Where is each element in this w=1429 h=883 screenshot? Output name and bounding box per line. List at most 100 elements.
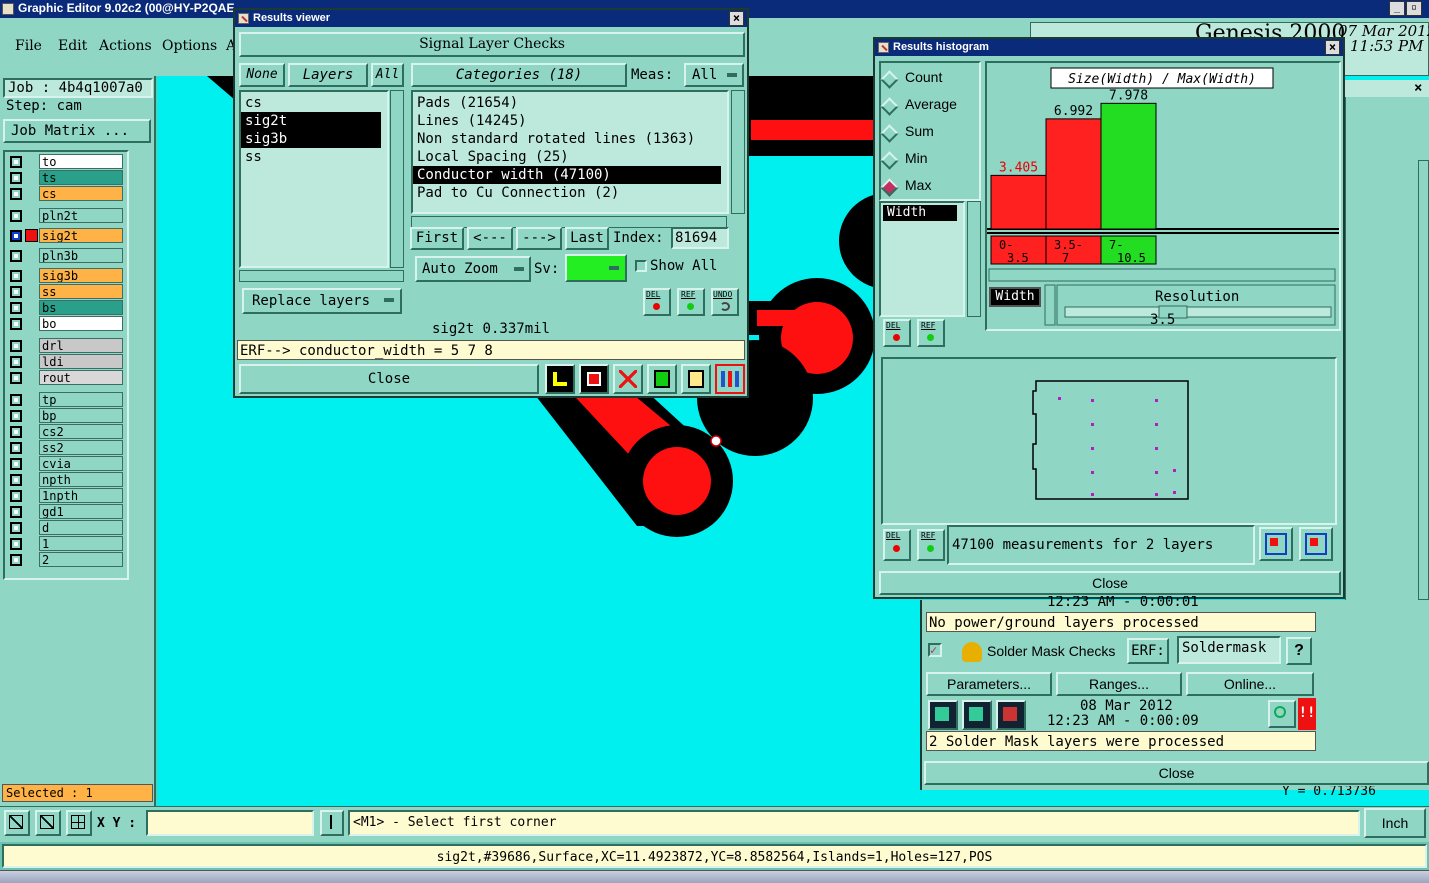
erf-field[interactable]: Soldermask [1177, 636, 1281, 664]
layer-name[interactable]: 2 [39, 552, 123, 567]
histogram-bar[interactable] [1045, 118, 1102, 230]
undo-button[interactable]: UNDO [711, 288, 739, 316]
layer-row-bo[interactable]: bo [7, 316, 125, 332]
layer-checkbox[interactable] [10, 506, 22, 518]
layer-checkbox[interactable] [10, 474, 22, 486]
layer-name[interactable]: cs2 [39, 424, 123, 439]
layer-row-sig3b[interactable]: sig3b [7, 268, 125, 284]
layer-list-hscrollbar[interactable] [239, 270, 404, 282]
layer-list-item[interactable]: ss [241, 148, 381, 166]
first-button[interactable]: First [410, 227, 464, 250]
grid-icon-button[interactable] [66, 810, 92, 836]
layer-checkbox[interactable] [10, 318, 22, 330]
layer-name[interactable]: pln2t [39, 208, 123, 223]
meas-dropdown[interactable]: All [684, 63, 744, 87]
board-preview[interactable] [881, 357, 1337, 525]
del-button[interactable]: DEL [883, 319, 911, 347]
layer-checkbox[interactable] [10, 286, 22, 298]
layer-row-ss2[interactable]: ss2 [7, 440, 125, 456]
online-button[interactable]: Online... [1186, 672, 1314, 696]
layer-row-sig2t[interactable]: sig2t [7, 228, 125, 244]
layer-checkbox[interactable] [10, 538, 22, 550]
category-list-item[interactable]: Pads (21654) [413, 94, 721, 112]
layer-name[interactable]: cs [39, 186, 123, 201]
layer-checkbox[interactable] [10, 210, 22, 222]
layer-row-bp[interactable]: bp [7, 408, 125, 424]
layer-row-ldi[interactable]: ldi [7, 354, 125, 370]
checks-close-button[interactable]: Close [924, 761, 1429, 785]
ref-button[interactable]: REF [677, 288, 705, 316]
solder-check-toggle[interactable]: ✓ [928, 643, 942, 657]
layer-checkbox[interactable] [10, 394, 22, 406]
layer-checkbox[interactable] [10, 250, 22, 262]
layer-row-to[interactable]: to [7, 154, 125, 170]
import-icon-button[interactable] [1299, 527, 1333, 561]
category-listbox[interactable]: Pads (21654) Lines (14245) Non standard ro… [411, 90, 729, 214]
layer-checkbox[interactable] [10, 270, 22, 282]
notes-icon-button[interactable] [681, 364, 711, 394]
field-scrollbar[interactable] [967, 201, 981, 317]
layer-name[interactable]: npth [39, 472, 123, 487]
layer-checkbox[interactable] [10, 458, 22, 470]
prev-button[interactable]: <--- [467, 227, 513, 250]
layer-row-npth[interactable]: npth [7, 472, 125, 488]
layer-name[interactable]: bo [39, 316, 123, 331]
layer-checkbox[interactable] [10, 156, 22, 168]
layer-checkbox[interactable] [10, 554, 22, 566]
field-width[interactable]: Width [883, 205, 957, 221]
error-cross-icon-button[interactable] [613, 364, 643, 394]
right-side-close-icon[interactable]: × [1414, 80, 1422, 96]
layer-name[interactable]: ts [39, 170, 123, 185]
layer-name[interactable]: 1 [39, 536, 123, 551]
field-listbox[interactable]: Width [879, 201, 965, 317]
layer-name[interactable]: d [39, 520, 123, 535]
bars-icon-button[interactable] [545, 364, 575, 394]
layer-checkbox[interactable] [10, 356, 22, 368]
layer-row-ts[interactable]: ts [7, 170, 125, 186]
close-button[interactable]: Close [239, 364, 539, 394]
replace-layers-button[interactable]: Replace layers [242, 288, 402, 314]
sv-color-dropdown[interactable] [565, 254, 627, 282]
all-button[interactable]: All [371, 63, 404, 87]
field-stepper[interactable] [1044, 284, 1056, 326]
layer-list-item[interactable]: cs [241, 94, 381, 112]
xy-input[interactable] [146, 810, 314, 836]
histogram-close-button[interactable]: Close [879, 571, 1341, 595]
last-button[interactable]: Last [565, 227, 609, 250]
layer-checkbox[interactable] [10, 172, 22, 184]
layer-name[interactable]: ss2 [39, 440, 123, 455]
menu-options[interactable]: Options [162, 38, 217, 54]
layer-row-tp[interactable]: tp [7, 392, 125, 408]
histogram-bar[interactable] [990, 174, 1047, 230]
run-icon-button[interactable] [928, 700, 958, 730]
layer-checkbox[interactable] [10, 302, 22, 314]
layer-name[interactable]: ss [39, 284, 123, 299]
layer-row-gd1[interactable]: gd1 [7, 504, 125, 520]
auto-zoom-dropdown[interactable]: Auto Zoom [415, 256, 531, 282]
layer-name[interactable]: to [39, 154, 123, 169]
layer-row-cs2[interactable]: cs2 [7, 424, 125, 440]
menu-edit[interactable]: Edit [58, 38, 87, 54]
right-side-scrollbar[interactable] [1418, 160, 1429, 600]
layer-checkbox[interactable] [10, 426, 22, 438]
del-button[interactable]: DEL [643, 288, 671, 316]
layer-name[interactable]: 1npth [39, 488, 123, 503]
layer-checkbox[interactable] [10, 372, 22, 384]
layer-name[interactable]: ldi [39, 354, 123, 369]
minimize-button[interactable]: _ [1389, 1, 1405, 16]
ref-button[interactable]: REF [917, 319, 945, 347]
run-stop-icon-button[interactable] [996, 700, 1026, 730]
resolution-slider[interactable] [1064, 306, 1332, 318]
layer-row-1npth[interactable]: 1npth [7, 488, 125, 504]
run-all-icon-button[interactable] [962, 700, 992, 730]
layer-list-item[interactable]: sig3b [241, 130, 381, 148]
layer-row-cvia[interactable]: cvia [7, 456, 125, 472]
layer-row-2[interactable]: 2 [7, 552, 125, 568]
cursor-icon-button[interactable] [320, 810, 344, 836]
layer-row-bs[interactable]: bs [7, 300, 125, 316]
layer-name[interactable]: pln3b [39, 248, 123, 263]
show-all-checkbox[interactable] [635, 260, 647, 272]
del-button-2[interactable]: DEL [883, 529, 911, 561]
next-button[interactable]: ---> [516, 227, 562, 250]
layer-name[interactable]: tp [39, 392, 123, 407]
